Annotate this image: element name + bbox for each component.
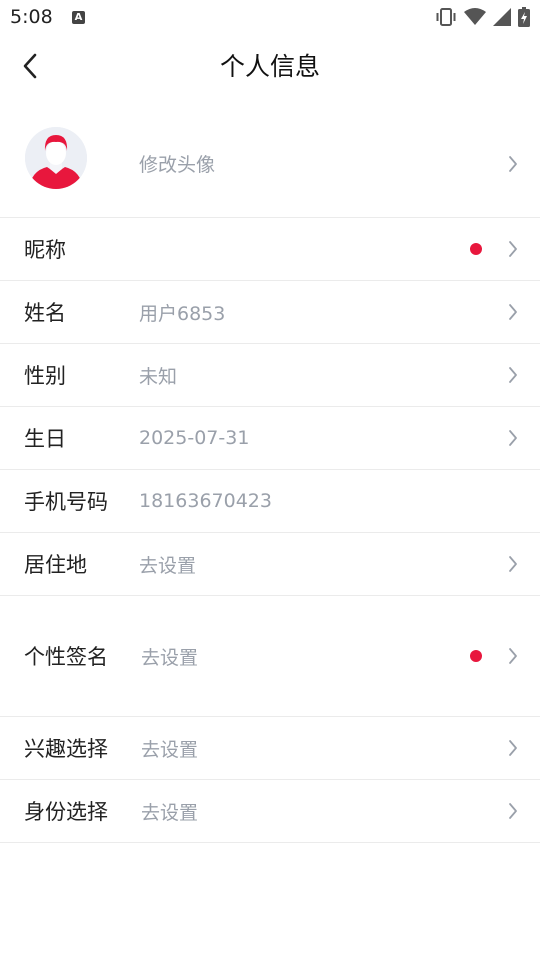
- red-dot-badge: [470, 650, 482, 662]
- row-birthday[interactable]: 生日 2025-07-31: [0, 407, 540, 470]
- row-value: 未知: [139, 365, 178, 388]
- profile-info-list: 修改头像 昵称 姓名 用户6853 性别 未知 生日 2025-07-31 手机…: [0, 110, 540, 843]
- status-bar: 5:08 A: [0, 0, 540, 36]
- chevron-right-icon: [509, 241, 517, 257]
- chevron-right-icon: [509, 155, 517, 172]
- row-label: 性别: [24, 364, 66, 388]
- row-identity[interactable]: 身份选择 去设置: [0, 780, 540, 843]
- row-label: 身份选择: [24, 800, 108, 824]
- wifi-icon: [464, 8, 486, 25]
- row-label: 个性签名: [24, 645, 108, 669]
- row-signature[interactable]: 个性签名 去设置: [0, 596, 540, 717]
- red-dot-badge: [470, 243, 482, 255]
- avatar-placeholder-icon: [25, 127, 87, 189]
- row-phone: 手机号码 18163670423: [0, 470, 540, 533]
- row-label: 姓名: [24, 301, 66, 325]
- status-time: 5:08: [10, 6, 53, 28]
- chevron-left-icon: [23, 53, 37, 79]
- row-value: 用户6853: [139, 302, 226, 325]
- row-gender[interactable]: 性别 未知: [0, 344, 540, 407]
- row-value: 18163670423: [139, 490, 272, 512]
- header: 个人信息: [0, 36, 540, 98]
- chevron-right-icon: [509, 430, 517, 446]
- change-avatar-text: 修改头像: [139, 154, 216, 176]
- chevron-right-icon: [509, 556, 517, 572]
- row-value: 2025-07-31: [139, 427, 250, 449]
- row-label: 昵称: [24, 238, 66, 262]
- row-interests[interactable]: 兴趣选择 去设置: [0, 717, 540, 780]
- back-button[interactable]: [14, 50, 46, 82]
- row-avatar[interactable]: 修改头像: [0, 110, 540, 218]
- row-label: 生日: [24, 427, 66, 451]
- chevron-right-icon: [509, 740, 517, 756]
- row-label: 居住地: [24, 553, 87, 577]
- notification-a-icon: A: [72, 11, 85, 24]
- row-value: 去设置: [141, 646, 199, 669]
- row-name[interactable]: 姓名 用户6853: [0, 281, 540, 344]
- row-label: 兴趣选择: [24, 737, 108, 761]
- avatar[interactable]: [25, 127, 87, 189]
- chevron-right-icon: [509, 304, 517, 320]
- row-value: 去设置: [141, 738, 199, 761]
- row-value: 去设置: [139, 554, 197, 577]
- row-residence[interactable]: 居住地 去设置: [0, 533, 540, 596]
- row-nickname[interactable]: 昵称: [0, 218, 540, 281]
- chevron-right-icon: [509, 803, 517, 819]
- battery-charging-icon: [518, 7, 530, 27]
- status-icons: [435, 6, 530, 28]
- vibrate-icon: [436, 8, 456, 26]
- chevron-right-icon: [509, 367, 517, 383]
- chevron-right-icon: [509, 648, 517, 664]
- row-value: 去设置: [141, 801, 199, 824]
- signal-icon: [493, 8, 511, 26]
- page-title: 个人信息: [219, 52, 320, 81]
- row-label: 手机号码: [24, 490, 108, 514]
